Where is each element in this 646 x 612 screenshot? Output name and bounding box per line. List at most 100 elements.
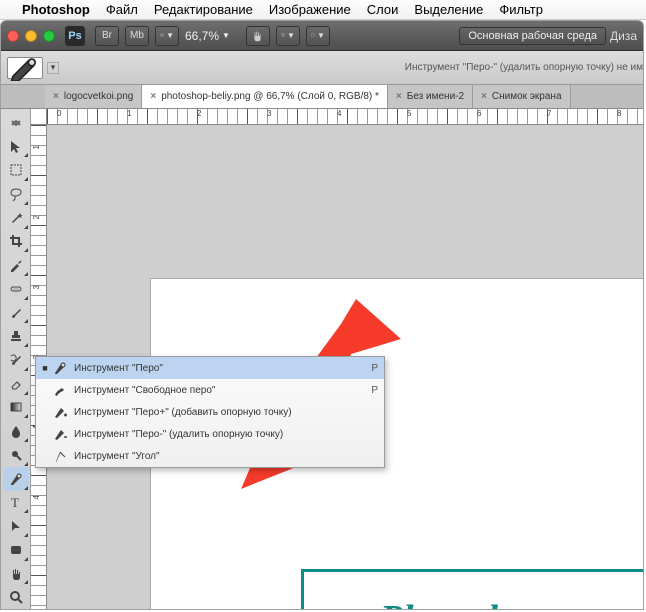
ruler-mark: 1 [32,145,41,149]
flyout-label: Инструмент "Перо-" (удалить опорную точк… [70,429,378,440]
document-tab[interactable]: × Снимок экрана [473,85,570,108]
gradient-tool[interactable] [3,396,29,420]
close-button[interactable] [7,30,19,42]
healing-tool[interactable] [3,277,29,301]
current-tool-preset[interactable] [7,57,43,79]
menu-filter[interactable]: Фильтр [491,2,551,17]
marquee-icon [8,162,24,178]
menu-layers[interactable]: Слои [359,2,407,17]
flyout-item-convert-point[interactable]: Инструмент "Угол" [36,445,384,467]
app-window: Ps Br Mb ▼ 66,7%▼ ▼ ▼ Осн [0,20,644,610]
convert-point-icon [50,448,70,464]
pen-minus-icon [50,426,70,442]
pen-plus-icon [50,404,70,420]
tab-label: Снимок экрана [492,91,562,102]
zoom-button[interactable] [43,30,55,42]
zoom-icon [8,589,24,605]
menu-select[interactable]: Выделение [406,2,491,17]
minibridge-button[interactable]: Mb [125,26,149,46]
collapse-handle[interactable] [3,111,29,135]
brush-tool[interactable] [3,301,29,325]
dodge-tool[interactable] [3,443,29,467]
blur-icon [8,423,24,439]
screen-mode-button[interactable]: ▼ [306,26,330,46]
options-bar: ▾ Инструмент "Перо-" (удалить опорную то… [1,51,643,85]
workspace-trail[interactable]: Диза [610,29,637,43]
pen-tool[interactable] [3,467,29,491]
document-tabstrip: × logocvetkoi.png × photoshop-beliy.png … [1,85,643,109]
ruler-mark: 8 [617,109,621,118]
zoom-tool[interactable] [3,585,29,609]
app-name[interactable]: Photoshop [14,2,98,17]
menu-file[interactable]: Файл [98,2,146,17]
eraser-icon [8,376,24,392]
arrange-button[interactable]: ▼ [276,26,300,46]
zoom-level[interactable]: 66,7%▼ [185,29,230,43]
options-hint: Инструмент "Перо-" (удалить опорную точк… [405,62,643,73]
path-selection-tool[interactable] [3,514,29,538]
pen-icon [8,471,24,487]
tab-label: photoshop-beliy.png @ 66,7% (Слой 0, RGB… [161,91,379,102]
move-icon [8,139,24,155]
ruler-corner[interactable] [31,109,47,125]
ruler-mark: 6 [477,109,481,118]
flyout-label: Инструмент "Перо" [70,363,371,374]
hand-tool[interactable] [3,562,29,586]
workspace-switcher[interactable]: Основная рабочая среда [459,27,606,45]
gradient-icon [8,399,24,415]
photoshop-logo-icon: Ps [65,26,85,46]
blur-tool[interactable] [3,419,29,443]
ruler-mark: 4 [337,109,341,118]
ruler-mark: 2 [197,109,201,118]
flyout-label: Инструмент "Свободное перо" [70,385,371,396]
grid-icon [160,33,164,37]
document-tab[interactable]: × photoshop-beliy.png @ 66,7% (Слой 0, R… [142,85,388,108]
document-tab[interactable]: × Без имени-2 [388,85,473,108]
flyout-shortcut: P [371,363,378,374]
type-tool[interactable]: T [3,491,29,515]
marquee-tool[interactable] [3,158,29,182]
menu-edit[interactable]: Редактирование [146,2,261,17]
ruler-horizontal[interactable]: 0 1 2 3 4 5 6 7 8 [47,109,643,125]
bandage-icon [8,281,24,297]
eyedropper-tool[interactable] [3,253,29,277]
eraser-tool[interactable] [3,372,29,396]
history-brush-icon [8,352,24,368]
hand-button[interactable] [246,26,270,46]
arrange-icon [281,33,285,37]
flyout-item-freeform-pen[interactable]: Инструмент "Свободное перо" P [36,379,384,401]
type-icon: T [8,494,24,510]
document-tab[interactable]: × logocvetkoi.png [45,85,142,108]
stamp-icon [8,328,24,344]
preset-dropdown-icon[interactable]: ▾ [47,62,59,74]
screen-icon [311,33,315,37]
move-tool[interactable] [3,135,29,159]
view-extras-button[interactable]: ▼ [155,26,179,46]
close-tab-icon[interactable]: × [396,91,402,102]
close-tab-icon[interactable]: × [481,91,487,102]
close-tab-icon[interactable]: × [150,91,156,102]
flyout-label: Инструмент "Угол" [70,451,378,462]
bridge-button[interactable]: Br [95,26,119,46]
hand-icon [251,29,265,43]
path-select-icon [8,518,24,534]
ruler-mark: 0 [57,109,61,118]
pen-tool-flyout: ■ Инструмент "Перо" P Инструмент "Свобод… [35,356,385,468]
ruler-mark: 3 [267,109,271,118]
window-titlebar: Ps Br Mb ▼ 66,7%▼ ▼ ▼ Осн [1,21,643,51]
magic-wand-tool[interactable] [3,206,29,230]
tab-label: Без имени-2 [407,91,464,102]
minimize-button[interactable] [25,30,37,42]
clone-stamp-tool[interactable] [3,324,29,348]
history-brush-tool[interactable] [3,348,29,372]
flyout-item-delete-anchor[interactable]: Инструмент "Перо-" (удалить опорную точк… [36,423,384,445]
flyout-item-pen[interactable]: ■ Инструмент "Перо" P [36,357,384,379]
check-icon: ■ [40,363,50,373]
menu-image[interactable]: Изображение [261,2,359,17]
crop-tool[interactable] [3,230,29,254]
shape-tool[interactable] [3,538,29,562]
close-tab-icon[interactable]: × [53,91,59,102]
shape-icon [8,542,24,558]
flyout-item-add-anchor[interactable]: Инструмент "Перо+" (добавить опорную точ… [36,401,384,423]
lasso-tool[interactable] [3,182,29,206]
